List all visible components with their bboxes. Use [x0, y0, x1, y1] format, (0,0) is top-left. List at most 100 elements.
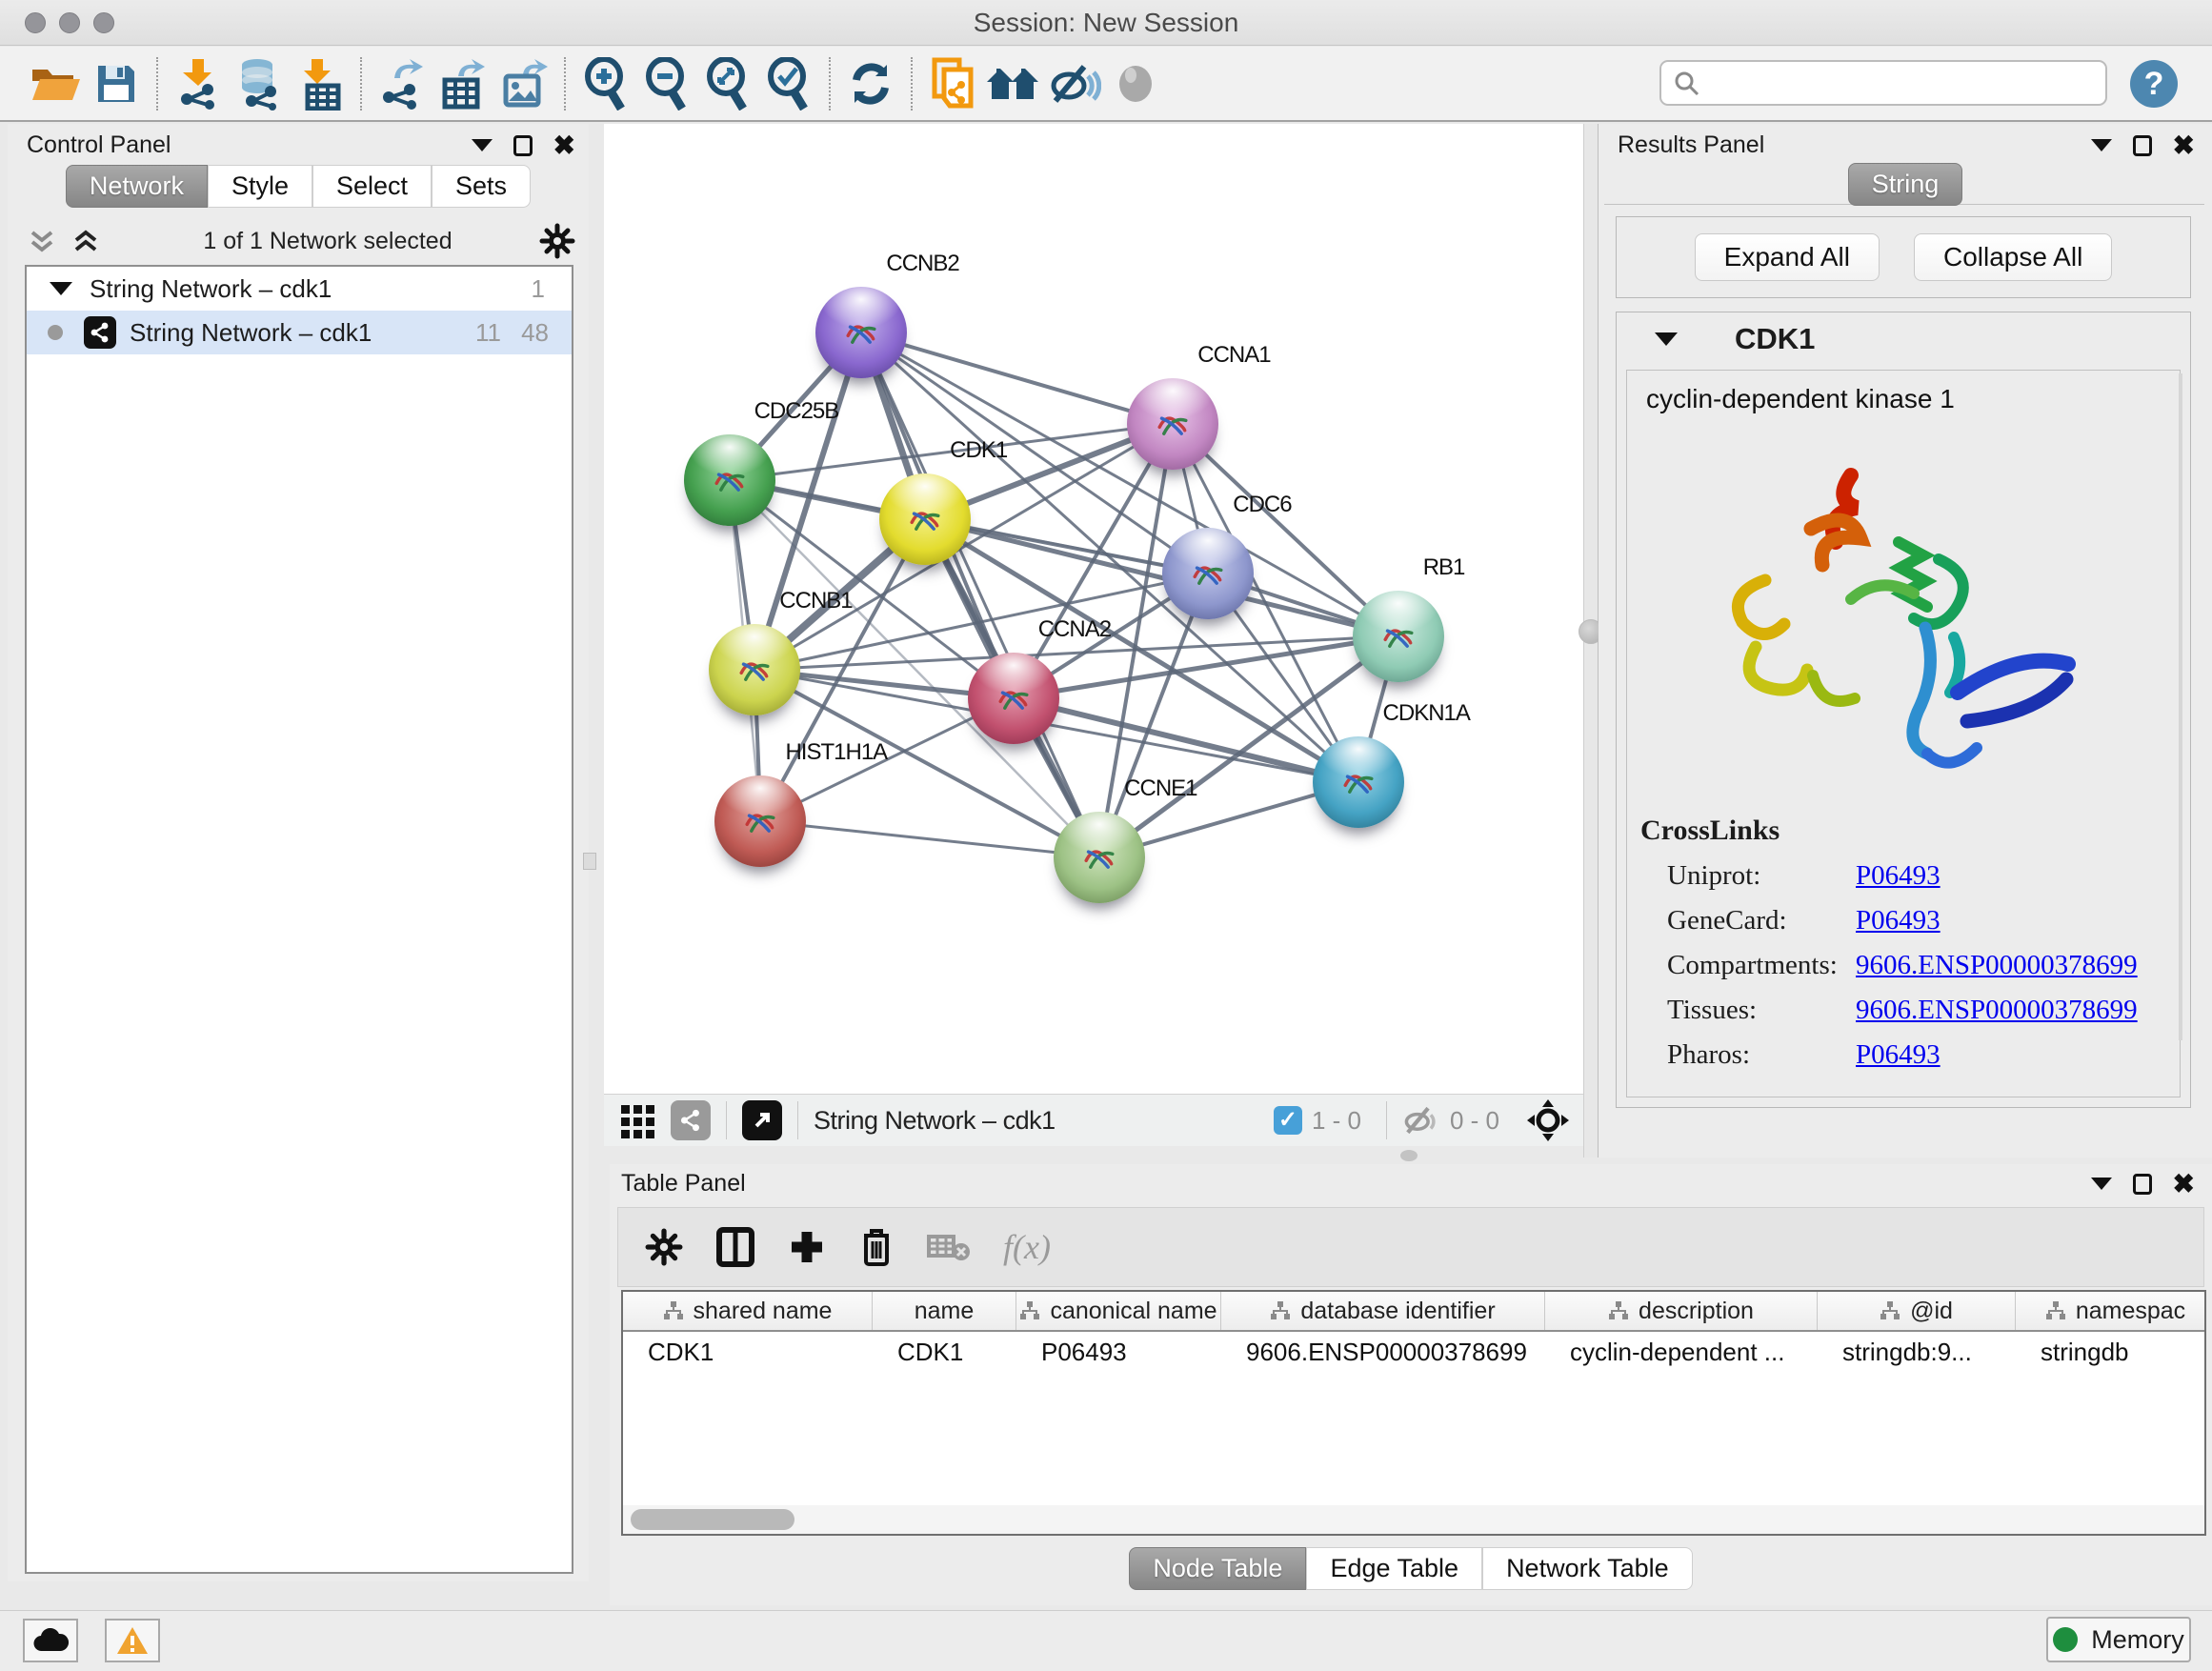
float-panel-icon[interactable] [513, 135, 533, 156]
column-header-canonical-name[interactable]: canonical name [1016, 1292, 1221, 1330]
tree-expand-icon[interactable] [50, 282, 72, 295]
cloud-status-button[interactable] [23, 1619, 78, 1662]
zoom-selected-button[interactable] [758, 55, 819, 112]
crosslink-link[interactable]: 9606.ENSP00000378699 [1856, 950, 2138, 981]
node-HIST1H1A[interactable] [714, 775, 806, 867]
node-CCNA1[interactable] [1127, 378, 1218, 470]
collapse-panel-icon[interactable] [2091, 1178, 2112, 1190]
function-builder-icon[interactable]: f(x) [1003, 1227, 1051, 1267]
delete-table-icon[interactable] [927, 1231, 971, 1263]
column-header-description[interactable]: description [1545, 1292, 1818, 1330]
node-CCNA2[interactable] [968, 653, 1059, 744]
table-horizontal-scrollbar[interactable] [623, 1505, 2204, 1534]
node-CDC6[interactable] [1162, 528, 1254, 619]
crosslink-link[interactable]: P06493 [1856, 860, 1941, 892]
table-settings-gear-icon[interactable] [645, 1228, 683, 1266]
expand-all-button[interactable]: Expand All [1695, 233, 1880, 281]
import-table-button[interactable] [290, 55, 351, 112]
node-CCNB1[interactable] [709, 624, 800, 715]
expand-all-networks-icon[interactable] [29, 227, 55, 255]
close-panel-icon[interactable]: ✖ [553, 136, 575, 155]
global-search[interactable] [1659, 60, 2107, 106]
open-session-button[interactable] [25, 55, 86, 112]
collapse-panel-icon[interactable] [472, 139, 493, 151]
network-edges[interactable] [604, 124, 1583, 1094]
help-button[interactable]: ? [2130, 60, 2178, 108]
section-expand-icon[interactable] [1655, 332, 1678, 346]
node-RB1[interactable] [1353, 591, 1444, 682]
scrollbar-thumb[interactable] [631, 1509, 794, 1530]
export-image-button[interactable] [493, 55, 554, 112]
hidden-eye-slash-icon[interactable] [1402, 1104, 1440, 1137]
float-panel-icon[interactable] [2133, 135, 2152, 156]
zoom-fit-button[interactable] [697, 55, 758, 112]
table-cell[interactable]: P06493 [1016, 1332, 1221, 1374]
collapse-panel-icon[interactable] [2091, 139, 2112, 151]
tab-network-table[interactable]: Network Table [1482, 1547, 1693, 1590]
crosslink-link[interactable]: P06493 [1856, 905, 1941, 936]
search-input[interactable] [1699, 69, 2105, 98]
edge-CCNB2-CCNE1[interactable] [861, 332, 1099, 857]
network-canvas[interactable]: CCNB2CCNA1CDC25BCDK1CDC6RB1CCNB1CCNA2CDK… [604, 124, 1583, 1094]
table-cell[interactable]: CDK1 [623, 1332, 873, 1374]
tab-string[interactable]: String [1848, 163, 1963, 206]
open-in-window-icon[interactable] [742, 1100, 782, 1140]
node-CDK1[interactable] [879, 473, 971, 565]
hide-panel-button[interactable] [1044, 55, 1105, 112]
tab-select[interactable]: Select [312, 165, 432, 208]
table-cell[interactable]: stringdb:9... [1818, 1332, 2016, 1374]
results-scrollbar[interactable] [2179, 373, 2182, 1040]
zoom-out-button[interactable] [636, 55, 697, 112]
horizontal-splitter-handle[interactable] [1400, 1150, 1418, 1161]
column-header--id[interactable]: @id [1818, 1292, 2016, 1330]
column-header-namespac[interactable]: namespac [2016, 1292, 2206, 1330]
table-cell[interactable]: stringdb [2016, 1332, 2206, 1374]
memory-button[interactable]: Memory [2046, 1617, 2191, 1662]
selected-checkbox-icon[interactable]: ✓ [1274, 1106, 1302, 1135]
table-row[interactable]: CDK1CDK1P064939606.ENSP00000378699cyclin… [623, 1332, 2204, 1374]
refresh-button[interactable] [840, 55, 901, 112]
tab-style[interactable]: Style [208, 165, 312, 208]
warnings-button[interactable] [105, 1619, 160, 1662]
node-CDC25B[interactable] [684, 434, 775, 526]
left-splitter-handle[interactable] [583, 853, 596, 870]
table-cell[interactable]: CDK1 [873, 1332, 1016, 1374]
import-network-database-button[interactable] [229, 55, 290, 112]
homes-button[interactable] [983, 55, 1044, 112]
tab-edge-table[interactable]: Edge Table [1306, 1547, 1482, 1590]
show-eye-button[interactable] [1105, 55, 1166, 112]
edge-CCNB2-CCNA1[interactable] [861, 332, 1173, 424]
delete-column-trash-icon[interactable] [858, 1226, 895, 1268]
collapse-all-button[interactable]: Collapse All [1914, 233, 2112, 281]
table-cell[interactable]: 9606.ENSP00000378699 [1221, 1332, 1545, 1374]
network-options-gear-icon[interactable] [539, 223, 575, 259]
tab-network[interactable]: Network [66, 165, 208, 208]
float-panel-icon[interactable] [2133, 1174, 2152, 1195]
fit-selected-crosshair-icon[interactable] [1526, 1098, 1570, 1142]
network-row[interactable]: String Network – cdk1 11 48 [27, 311, 572, 354]
network-collection-row[interactable]: String Network – cdk1 1 [27, 267, 572, 311]
share-document-button[interactable] [922, 55, 983, 112]
add-column-icon[interactable] [788, 1228, 826, 1266]
show-columns-icon[interactable] [715, 1226, 755, 1268]
right-splitter[interactable] [1583, 124, 1599, 1158]
tab-node-table[interactable]: Node Table [1129, 1547, 1306, 1590]
save-session-button[interactable] [86, 55, 147, 112]
crosslink-link[interactable]: 9606.ENSP00000378699 [1856, 995, 2138, 1026]
node-CCNB2[interactable] [815, 287, 907, 378]
node-CDKN1A[interactable] [1313, 736, 1404, 828]
column-header-shared-name[interactable]: shared name [623, 1292, 873, 1330]
tab-sets[interactable]: Sets [432, 165, 531, 208]
zoom-in-button[interactable] [575, 55, 636, 112]
node-CCNE1[interactable] [1054, 812, 1145, 903]
crosslink-link[interactable]: P06493 [1856, 1039, 1941, 1071]
network-view-icon[interactable] [671, 1100, 711, 1140]
collapse-all-networks-icon[interactable] [72, 227, 99, 255]
close-panel-icon[interactable]: ✖ [2173, 136, 2195, 155]
export-network-button[interactable] [372, 55, 432, 112]
edge-HIST1H1A-CCNE1[interactable] [760, 821, 1099, 857]
column-header-name[interactable]: name [873, 1292, 1016, 1330]
import-network-file-button[interactable] [168, 55, 229, 112]
column-header-database-identifier[interactable]: database identifier [1221, 1292, 1545, 1330]
table-cell[interactable]: cyclin-dependent ... [1545, 1332, 1818, 1374]
